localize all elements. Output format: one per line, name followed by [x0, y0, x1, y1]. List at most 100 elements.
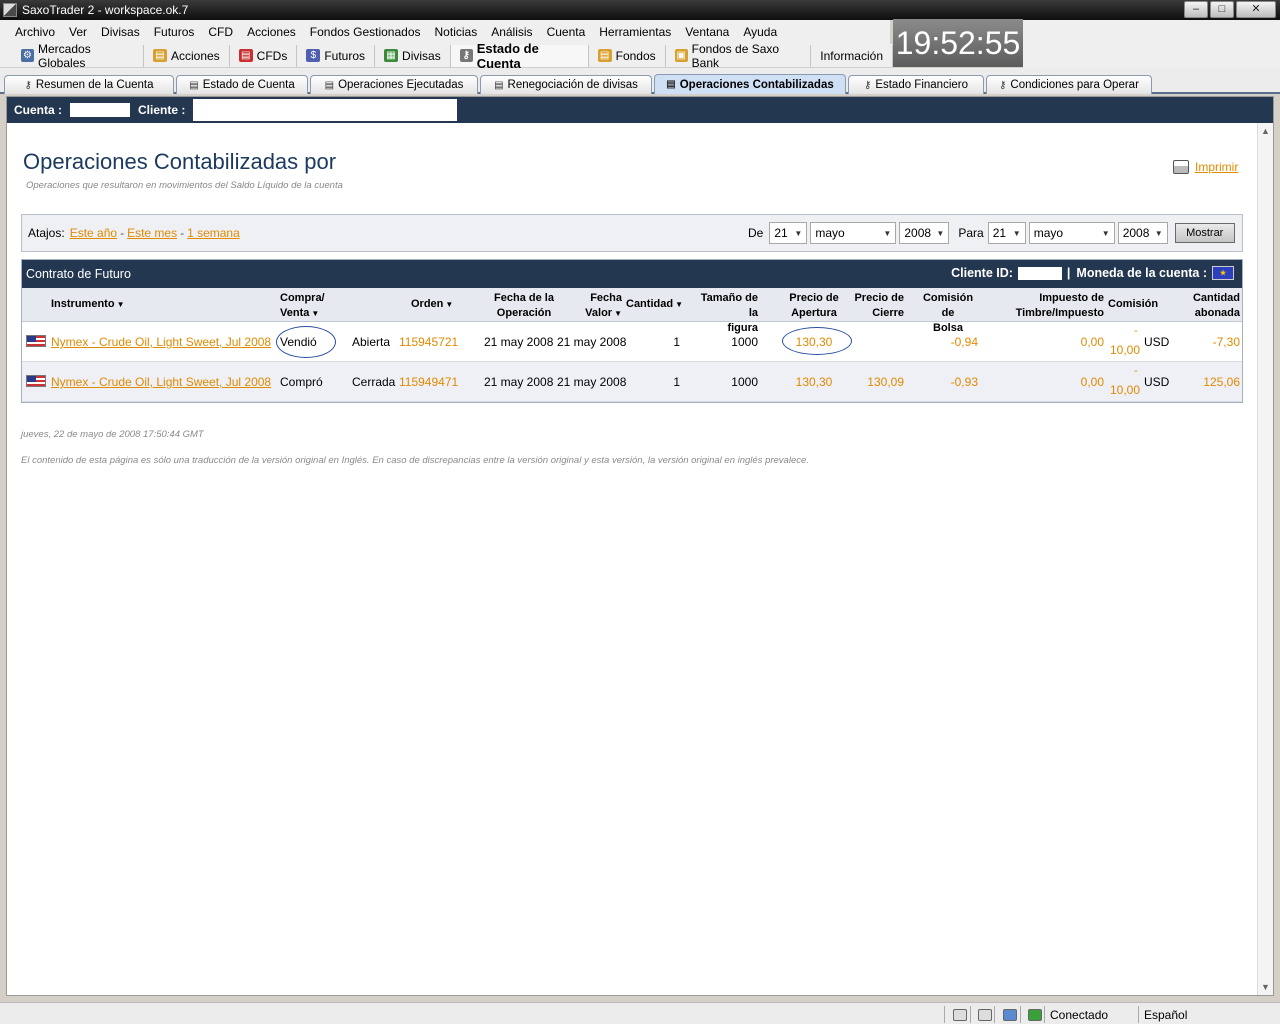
sort-down-icon: ▼ [614, 309, 622, 318]
selected-value: mayo [815, 226, 845, 240]
account-icon: ⚷ [459, 49, 473, 62]
table-title: Contrato de Futuro [26, 267, 131, 281]
menu-ver[interactable]: Ver [62, 25, 94, 39]
credited-amount: -7,30 [1212, 335, 1240, 349]
chevron-down-icon: ▼ [1012, 228, 1021, 238]
tab-renegociacion-divisas[interactable]: ▤ Renegociación de divisas [480, 75, 652, 94]
module-toolbar: ⚙ Mercados Globales ▤ Acciones ▤ CFDs $ … [0, 41, 893, 71]
tab-estado-financiero[interactable]: ⚷ Estado Financiero [848, 75, 984, 94]
maximize-button[interactable]: □ [1210, 1, 1234, 18]
col-stamp-tax[interactable]: Impuesto de Timbre/Impuesto [1004, 291, 1104, 321]
from-year-select[interactable]: 2008 ▼ [899, 222, 950, 244]
commission-value: 10,00 [1110, 383, 1141, 397]
size: 1000 [731, 335, 758, 349]
account-field[interactable] [70, 103, 130, 117]
menu-archivo[interactable]: Archivo [8, 25, 62, 39]
to-year-select[interactable]: 2008 ▼ [1117, 222, 1168, 244]
chevron-down-icon: ▼ [794, 228, 803, 238]
tab-label: Estado Financiero [875, 79, 969, 91]
order-id[interactable]: 115945721 [399, 335, 458, 349]
shortcut-one-week[interactable]: 1 semana [187, 226, 240, 240]
menu-analisis[interactable]: Análisis [484, 25, 539, 39]
module-estado-de-cuenta[interactable]: ⚷ Estado de Cuenta [450, 41, 589, 71]
chevron-down-icon: ▼ [1101, 228, 1110, 238]
col-credited[interactable]: Cantidad abonada [1182, 291, 1240, 321]
document-icon: ▤ [189, 79, 199, 91]
tab-operaciones-ejecutadas[interactable]: ▤ Operaciones Ejecutadas [310, 75, 478, 94]
menu-cuenta[interactable]: Cuenta [540, 25, 593, 39]
menu-acciones[interactable]: Acciones [240, 25, 303, 39]
col-open-price[interactable]: Precio de Apertura [784, 291, 844, 321]
language-status[interactable]: Español [1138, 1006, 1280, 1023]
eu-flag-icon: ★ [1212, 266, 1234, 280]
shortcut-this-year[interactable]: Este año [70, 226, 117, 240]
module-mercados-globales[interactable]: ⚙ Mercados Globales [12, 42, 144, 70]
module-fondos[interactable]: ▤ Fondos [589, 44, 666, 67]
col-trade-date[interactable]: Fecha de la Operación [488, 291, 560, 321]
col-order[interactable]: Orden ▼ [411, 297, 453, 312]
from-month-select[interactable]: mayo ▼ [810, 222, 897, 244]
client-field[interactable] [193, 99, 458, 121]
scroll-up-icon[interactable]: ▲ [1261, 126, 1270, 136]
menu-noticias[interactable]: Noticias [428, 25, 485, 39]
menu-bar: Archivo Ver Divisas Futuros CFD Acciones… [0, 20, 890, 44]
title-bar: SaxoTrader 2 - workspace.ok.7 – □ ✕ [0, 0, 1280, 20]
to-day-select[interactable]: 21 ▼ [987, 222, 1026, 244]
shortcut-this-month[interactable]: Este mes [127, 226, 177, 240]
table-header-bar: Contrato de Futuro Cliente ID: | Moneda … [22, 260, 1242, 288]
tab-estado-cuenta[interactable]: ▤ Estado de Cuenta [176, 75, 308, 94]
mail-icon [978, 1008, 992, 1021]
print-link[interactable]: Imprimir [1195, 160, 1238, 174]
module-acciones[interactable]: ▤ Acciones [144, 44, 230, 67]
status-network[interactable] [944, 1006, 970, 1023]
close-button[interactable]: ✕ [1236, 1, 1276, 18]
print-button[interactable]: Imprimir [1173, 160, 1238, 174]
scroll-down-icon[interactable]: ▼ [1261, 982, 1270, 992]
col-side[interactable]: Compra/Venta ▼ [280, 291, 325, 321]
chevron-down-icon: ▼ [883, 228, 892, 238]
tab-operaciones-contabilizadas[interactable]: ▤ Operaciones Contabilizadas [654, 74, 846, 94]
menu-ventana[interactable]: Ventana [678, 25, 736, 39]
exchange-fee: -0,94 [950, 335, 978, 349]
vertical-scrollbar[interactable]: ▲ ▼ [1257, 123, 1273, 995]
status-mail[interactable] [970, 1006, 994, 1023]
module-futuros[interactable]: $ Futuros [297, 44, 376, 67]
tab-condiciones-operar[interactable]: ⚷ Condiciones para Operar [986, 75, 1152, 94]
pipe-separator: | [1066, 266, 1071, 280]
menu-ayuda[interactable]: Ayuda [736, 25, 784, 39]
column-headers: Instrumento ▼ Compra/Venta ▼ Orden ▼ Fecha … [22, 288, 1242, 334]
module-label: Fondos de Saxo Bank [691, 41, 780, 70]
minimize-button[interactable]: – [1184, 1, 1208, 18]
separator: - [180, 226, 185, 240]
module-cfds[interactable]: ▤ CFDs [230, 44, 298, 67]
menu-cfd[interactable]: CFD [201, 25, 240, 39]
menu-divisas[interactable]: Divisas [94, 25, 147, 39]
menu-herramientas[interactable]: Herramientas [592, 25, 678, 39]
network-icon [953, 1008, 967, 1021]
status-lock[interactable] [1020, 1006, 1044, 1023]
instrument-link[interactable]: Nymex - Crude Oil, Light Sweet, Jul 2008 [51, 335, 271, 349]
menu-fondos-gestionados[interactable]: Fondos Gestionados [303, 25, 428, 39]
module-informacion[interactable]: Información [811, 44, 893, 67]
col-close-price[interactable]: Precio de Cierre [850, 291, 904, 321]
from-day-select[interactable]: 21 ▼ [769, 222, 808, 244]
col-commission[interactable]: Comisión [1108, 297, 1158, 312]
quantity: 1 [673, 375, 680, 389]
module-divisas[interactable]: ▦ Divisas [375, 44, 451, 67]
menu-futuros[interactable]: Futuros [147, 25, 202, 39]
instrument-link[interactable]: Nymex - Crude Oil, Light Sweet, Jul 2008 [51, 375, 271, 389]
status-computer[interactable] [994, 1006, 1020, 1023]
col-value-date[interactable]: Fecha Valor ▼ [582, 291, 622, 321]
module-fondos-saxo-bank[interactable]: ▣ Fondos de Saxo Bank [666, 41, 812, 70]
lock-icon [1028, 1008, 1042, 1021]
quantity: 1 [673, 335, 680, 349]
computer-icon [1003, 1008, 1017, 1021]
module-label: CFDs [256, 48, 288, 63]
size: 1000 [731, 375, 758, 389]
tab-resumen-cuenta[interactable]: ⚷ Resumen de la Cuenta [4, 75, 174, 94]
order-id[interactable]: 115949471 [399, 375, 458, 389]
col-instrument[interactable]: Instrumento ▼ [51, 297, 124, 312]
col-quantity[interactable]: Cantidad ▼ [626, 297, 683, 312]
show-button[interactable]: Mostrar [1174, 223, 1235, 243]
to-month-select[interactable]: mayo ▼ [1028, 222, 1115, 244]
